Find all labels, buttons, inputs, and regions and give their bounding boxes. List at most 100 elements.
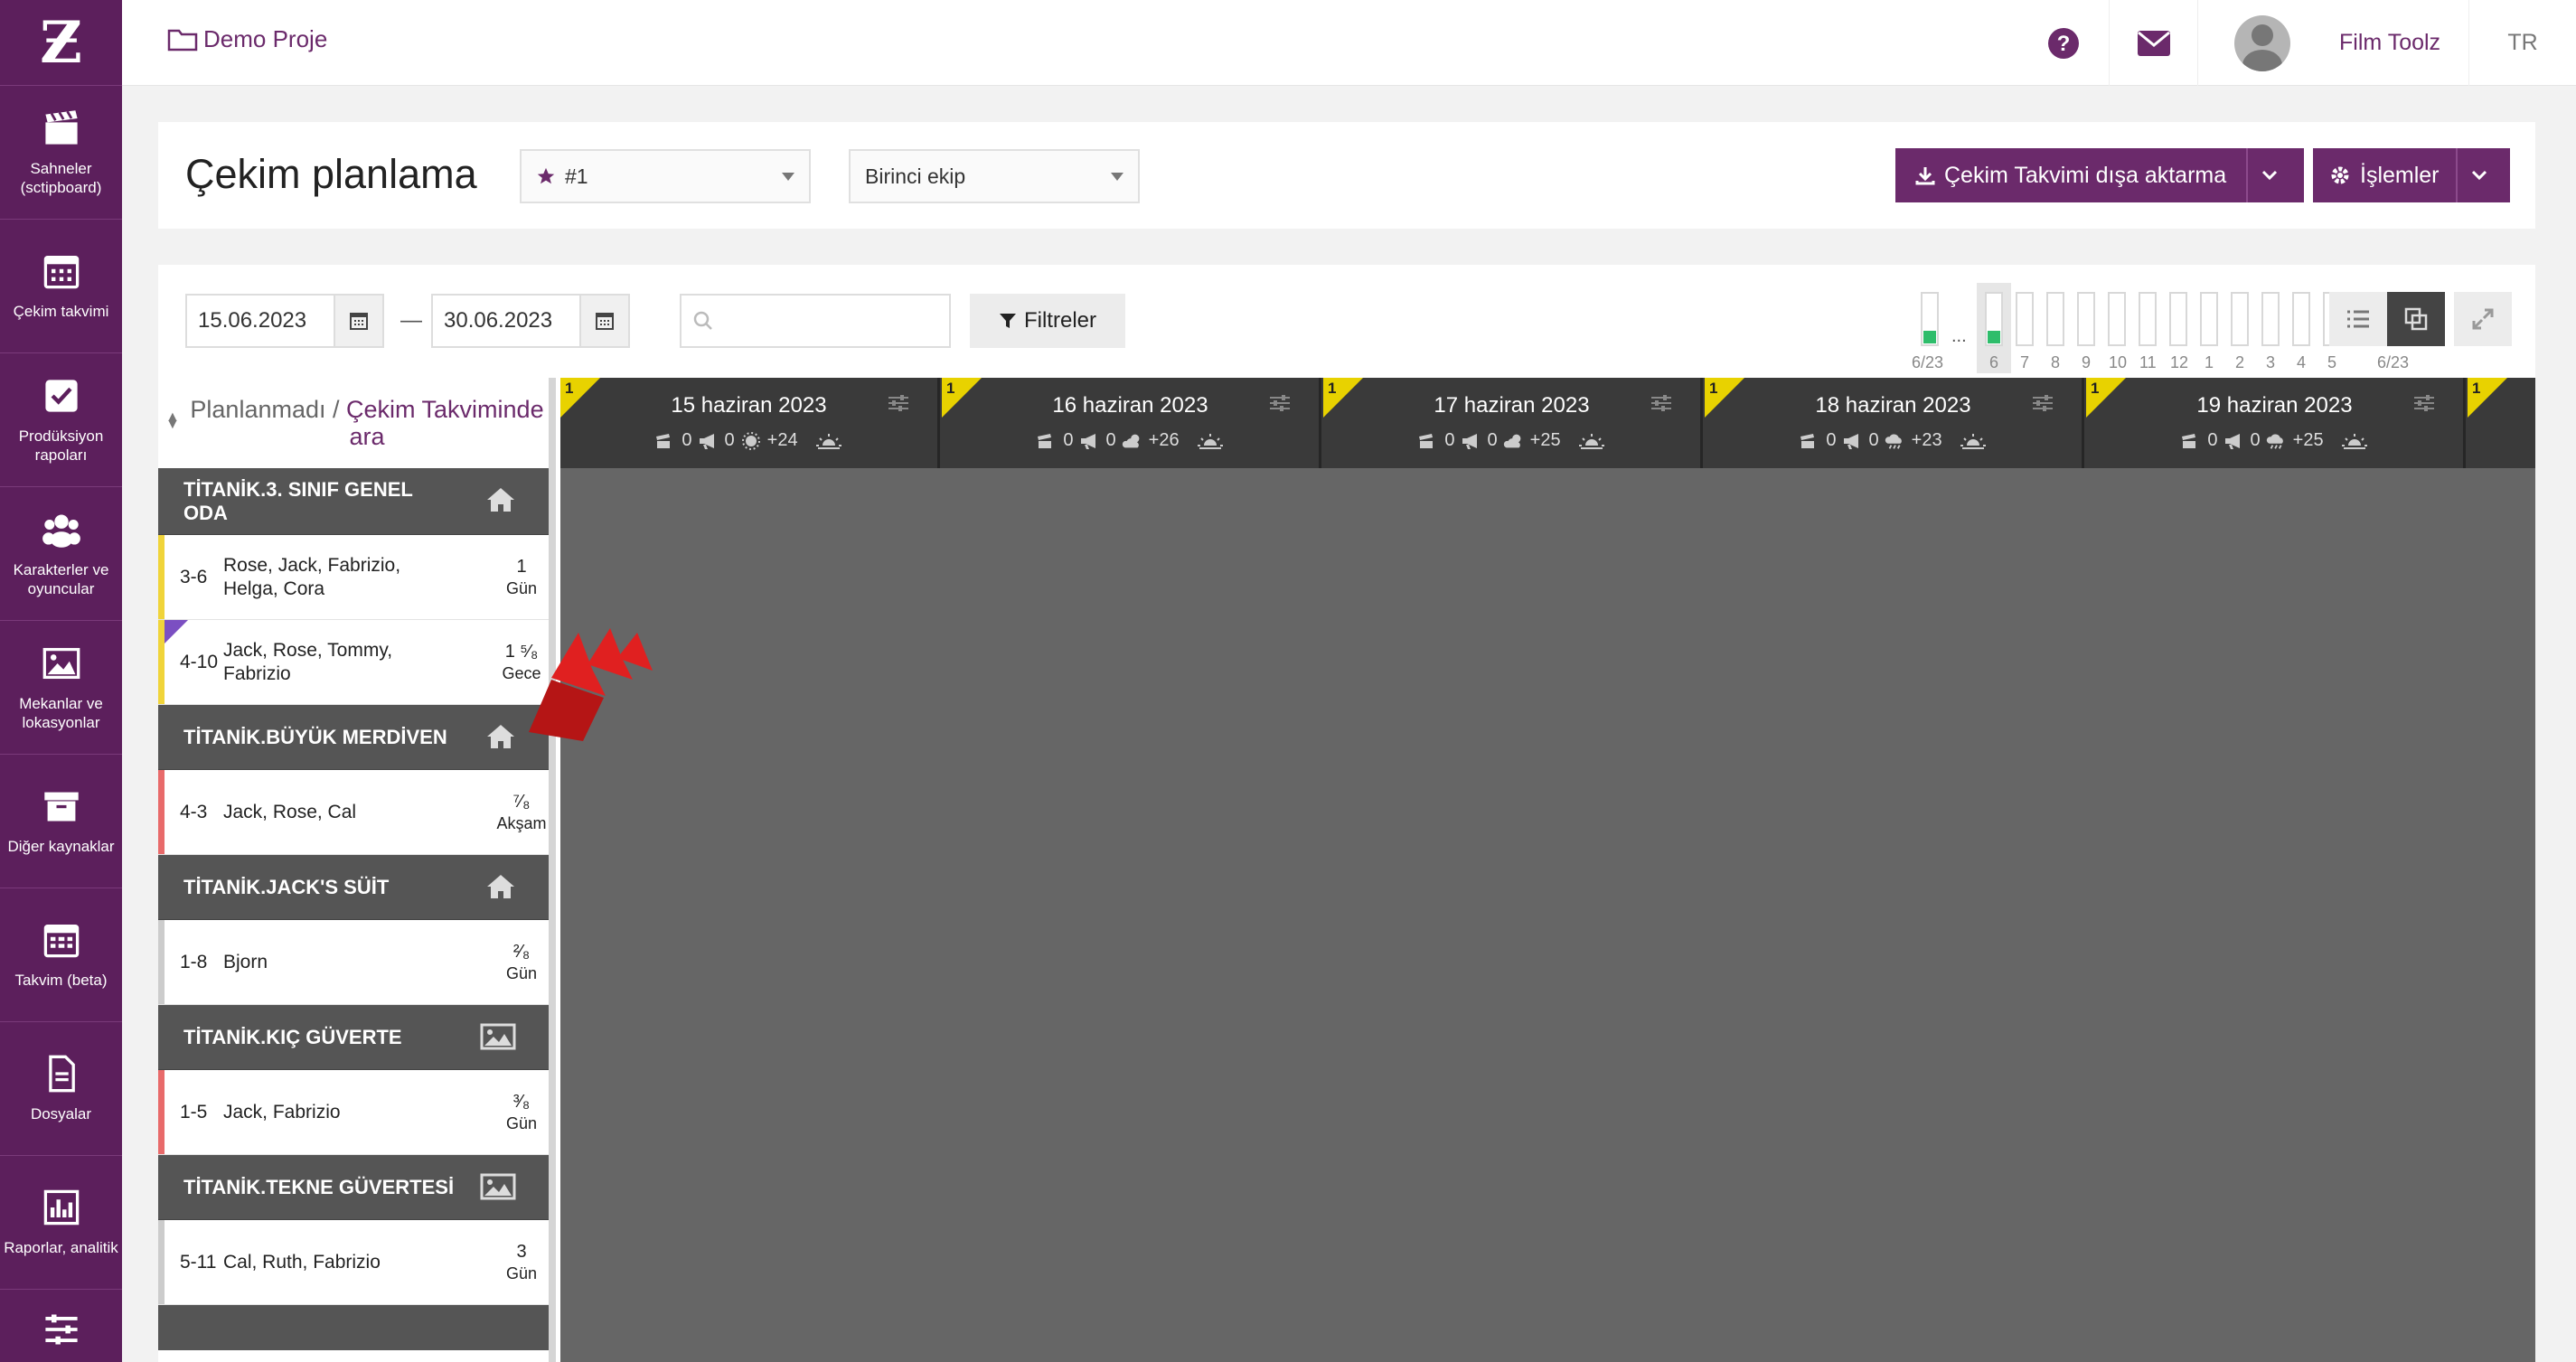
sidebar-item-shooting-schedule[interactable]: Çekim takvimi [0,220,122,353]
scene-length: ²⁄₈ Gün [505,941,538,982]
user-menu[interactable]: Film Toolz [2197,0,2468,86]
day-strip-day[interactable] [1985,292,2003,346]
sidebar-item-production-reports[interactable]: Prodüksiyon rapoları [0,353,122,487]
sliders-icon[interactable] [1650,394,1673,412]
day-strip-day[interactable] [2292,292,2310,346]
location-header[interactable]: TİTANİK.JACK'S SÜİT [158,855,549,920]
day-strip-day[interactable] [2200,292,2218,346]
language-switch[interactable]: TR [2468,0,2576,86]
location-name: TİTANİK.TEKNE GÜVERTESİ [183,1175,455,1198]
day-column-header[interactable]: 1 18 haziran 2023 0 0 +23 [1705,378,2084,468]
app-logo[interactable]: Ƶ [0,0,122,86]
search-input[interactable] [680,294,951,348]
day-strip-day[interactable] [2231,292,2249,346]
day-strip-day[interactable] [2016,292,2034,346]
sliders-icon[interactable] [1268,394,1292,412]
schedule-board[interactable]: 1 15 haziran 2023 0 0 +24 1 16 haziran 2… [560,378,2535,1362]
scene-row[interactable]: 4-10 Jack, Rose, Tommy, Fabrizio 1 ⁵⁄₈ Ge… [158,620,549,705]
location-header[interactable]: TİTANİK.BÜYÜK MERDİVEN [158,705,549,770]
sidebar-item-reports[interactable]: Raporlar, analitik [0,1156,122,1290]
sliders-icon[interactable] [2031,394,2054,412]
gear-icon [2331,166,2349,184]
date-to-input[interactable]: 30.06.2023 [431,294,630,348]
day-strip-ellipsis: ... [1951,326,1967,346]
sidebar-item-locations[interactable]: Mekanlar ve lokasyonlar [0,621,122,755]
actions-dropdown-toggle[interactable] [2455,148,2501,202]
scene-color-bar [158,535,165,619]
messages-button[interactable] [2109,0,2197,86]
day-strip-day[interactable] [2261,292,2280,346]
fullscreen-button[interactable] [2454,292,2512,346]
page-title: Çekim planlama [185,151,477,197]
scenes-count-icon [1419,433,1434,448]
location-header[interactable]: TİTANİK.3. SINIF GENEL ODA [158,468,549,535]
scene-color-bar [158,920,165,1004]
star-icon [537,167,555,184]
day-column-header[interactable]: 1 17 haziran 2023 0 0 +25 [1323,378,1703,468]
calendar-icon[interactable] [334,296,382,346]
day-info: 0 0 +26 [942,430,1319,451]
panel-resize-handle[interactable] [549,378,556,1362]
day-date: 18 haziran 2023 [1815,393,1971,418]
sunrise-icon [815,433,841,449]
export-dropdown-toggle[interactable] [2246,148,2291,202]
scene-row[interactable]: 1-5 Jack, Fabrizio ³⁄₈ Gün [158,1070,549,1155]
day-strip-day[interactable] [2077,292,2095,346]
board-view-button[interactable] [2387,292,2445,346]
scene-characters: Jack, Rose, Tommy, Fabrizio [223,639,393,684]
project-link[interactable]: Demo Proje [167,25,327,53]
scene-row[interactable]: 5-11 Cal, Ruth, Fabrizio 3 Gün [158,1220,549,1305]
list-view-button[interactable] [2329,292,2387,346]
unplanned-scene-list: ▲ ▼ Planlanmadı / Çekim Takviminde ara Tİ… [158,378,549,1362]
day-info: 0 0 +25 [1323,430,1700,451]
sidebar-item-characters[interactable]: Karakterler ve oyuncular [0,487,122,621]
filters-button[interactable]: Filtreler [970,294,1125,348]
export-button[interactable]: Çekim Takvimi dışa aktarma [1895,148,2246,202]
day-strip-day[interactable] [2046,292,2064,346]
unplanned-label: Planlanmadı / [190,396,347,423]
landscape-icon [480,1023,516,1050]
scene-row[interactable]: 3-6 Rose, Jack, Fabrizio, Helga, Cora 1G… [158,535,549,620]
scene-number: 3-6 [180,566,208,587]
sidebar-item-files[interactable]: Dosyalar [0,1022,122,1156]
sunrise-icon [1960,433,1986,449]
search-in-schedule-link[interactable]: Çekim Takviminde ara [346,396,544,450]
location-header[interactable]: TİTANİK.KIÇ GÜVERTE [158,1005,549,1070]
sidebar-item-label: Raporlar, analitik [4,1239,118,1256]
scenes-count-icon [656,433,671,448]
day-strip-day[interactable] [2108,292,2126,346]
help-button[interactable]: ? [2018,0,2109,86]
clone-icon [2404,307,2428,331]
day-info: 0 0 +23 [1705,430,2082,451]
day-strip-day[interactable] [1921,292,1939,346]
scene-length: 1 Gün [505,556,538,597]
date-from-input[interactable]: 15.06.2023 [185,294,384,348]
day-column-header[interactable]: 1 15 haziran 2023 0 0 +24 [560,378,940,468]
scene-row[interactable]: 4-3 Jack, Rose, Cal ⁷⁄₈ Akşam [158,770,549,855]
scene-row[interactable]: 1-8 Bjorn ²⁄₈ Gün [158,920,549,1005]
sidebar-item-scenes[interactable]: Sahneler (sctipboard) [0,86,122,220]
day-strip-day[interactable] [2169,292,2187,346]
cloud-sun-icon [1122,434,1140,447]
scene-color-bar [158,1220,165,1304]
day-column-header[interactable]: 1 16 haziran 2023 0 0 +26 [942,378,1321,468]
day-strip-day[interactable] [2139,292,2157,346]
team-select[interactable]: Birinci ekip [849,149,1140,203]
day-strip-label: 11 [2139,353,2157,371]
scene-number: 1-8 [180,951,208,972]
calendar-icon[interactable] [579,296,628,346]
sidebar-item-calendar-beta[interactable]: Takvim (beta) [0,888,122,1022]
sidebar-item-settings[interactable] [0,1290,122,1362]
day-column-header[interactable]: 1 19 haziran 2023 0 0 +25 [2086,378,2466,468]
sliders-icon[interactable] [2412,394,2436,412]
calendar-grid-icon [43,924,79,958]
day-column-header[interactable]: 1 [2468,378,2535,468]
location-header[interactable]: TİTANİK.TEKNE GÜVERTESİ [158,1155,549,1220]
sliders-icon[interactable] [887,394,910,412]
megaphone-icon [699,433,714,449]
day-strip: ... ... 6/23 6 7 8 9 10 11 12 1 2 3 4 5 … [1749,274,2409,373]
schedule-select[interactable]: #1 [520,149,811,203]
sidebar-item-other-resources[interactable]: Diğer kaynaklar [0,755,122,888]
actions-button[interactable]: İşlemler [2313,148,2456,202]
sort-icon[interactable]: ▲ ▼ [165,410,180,432]
